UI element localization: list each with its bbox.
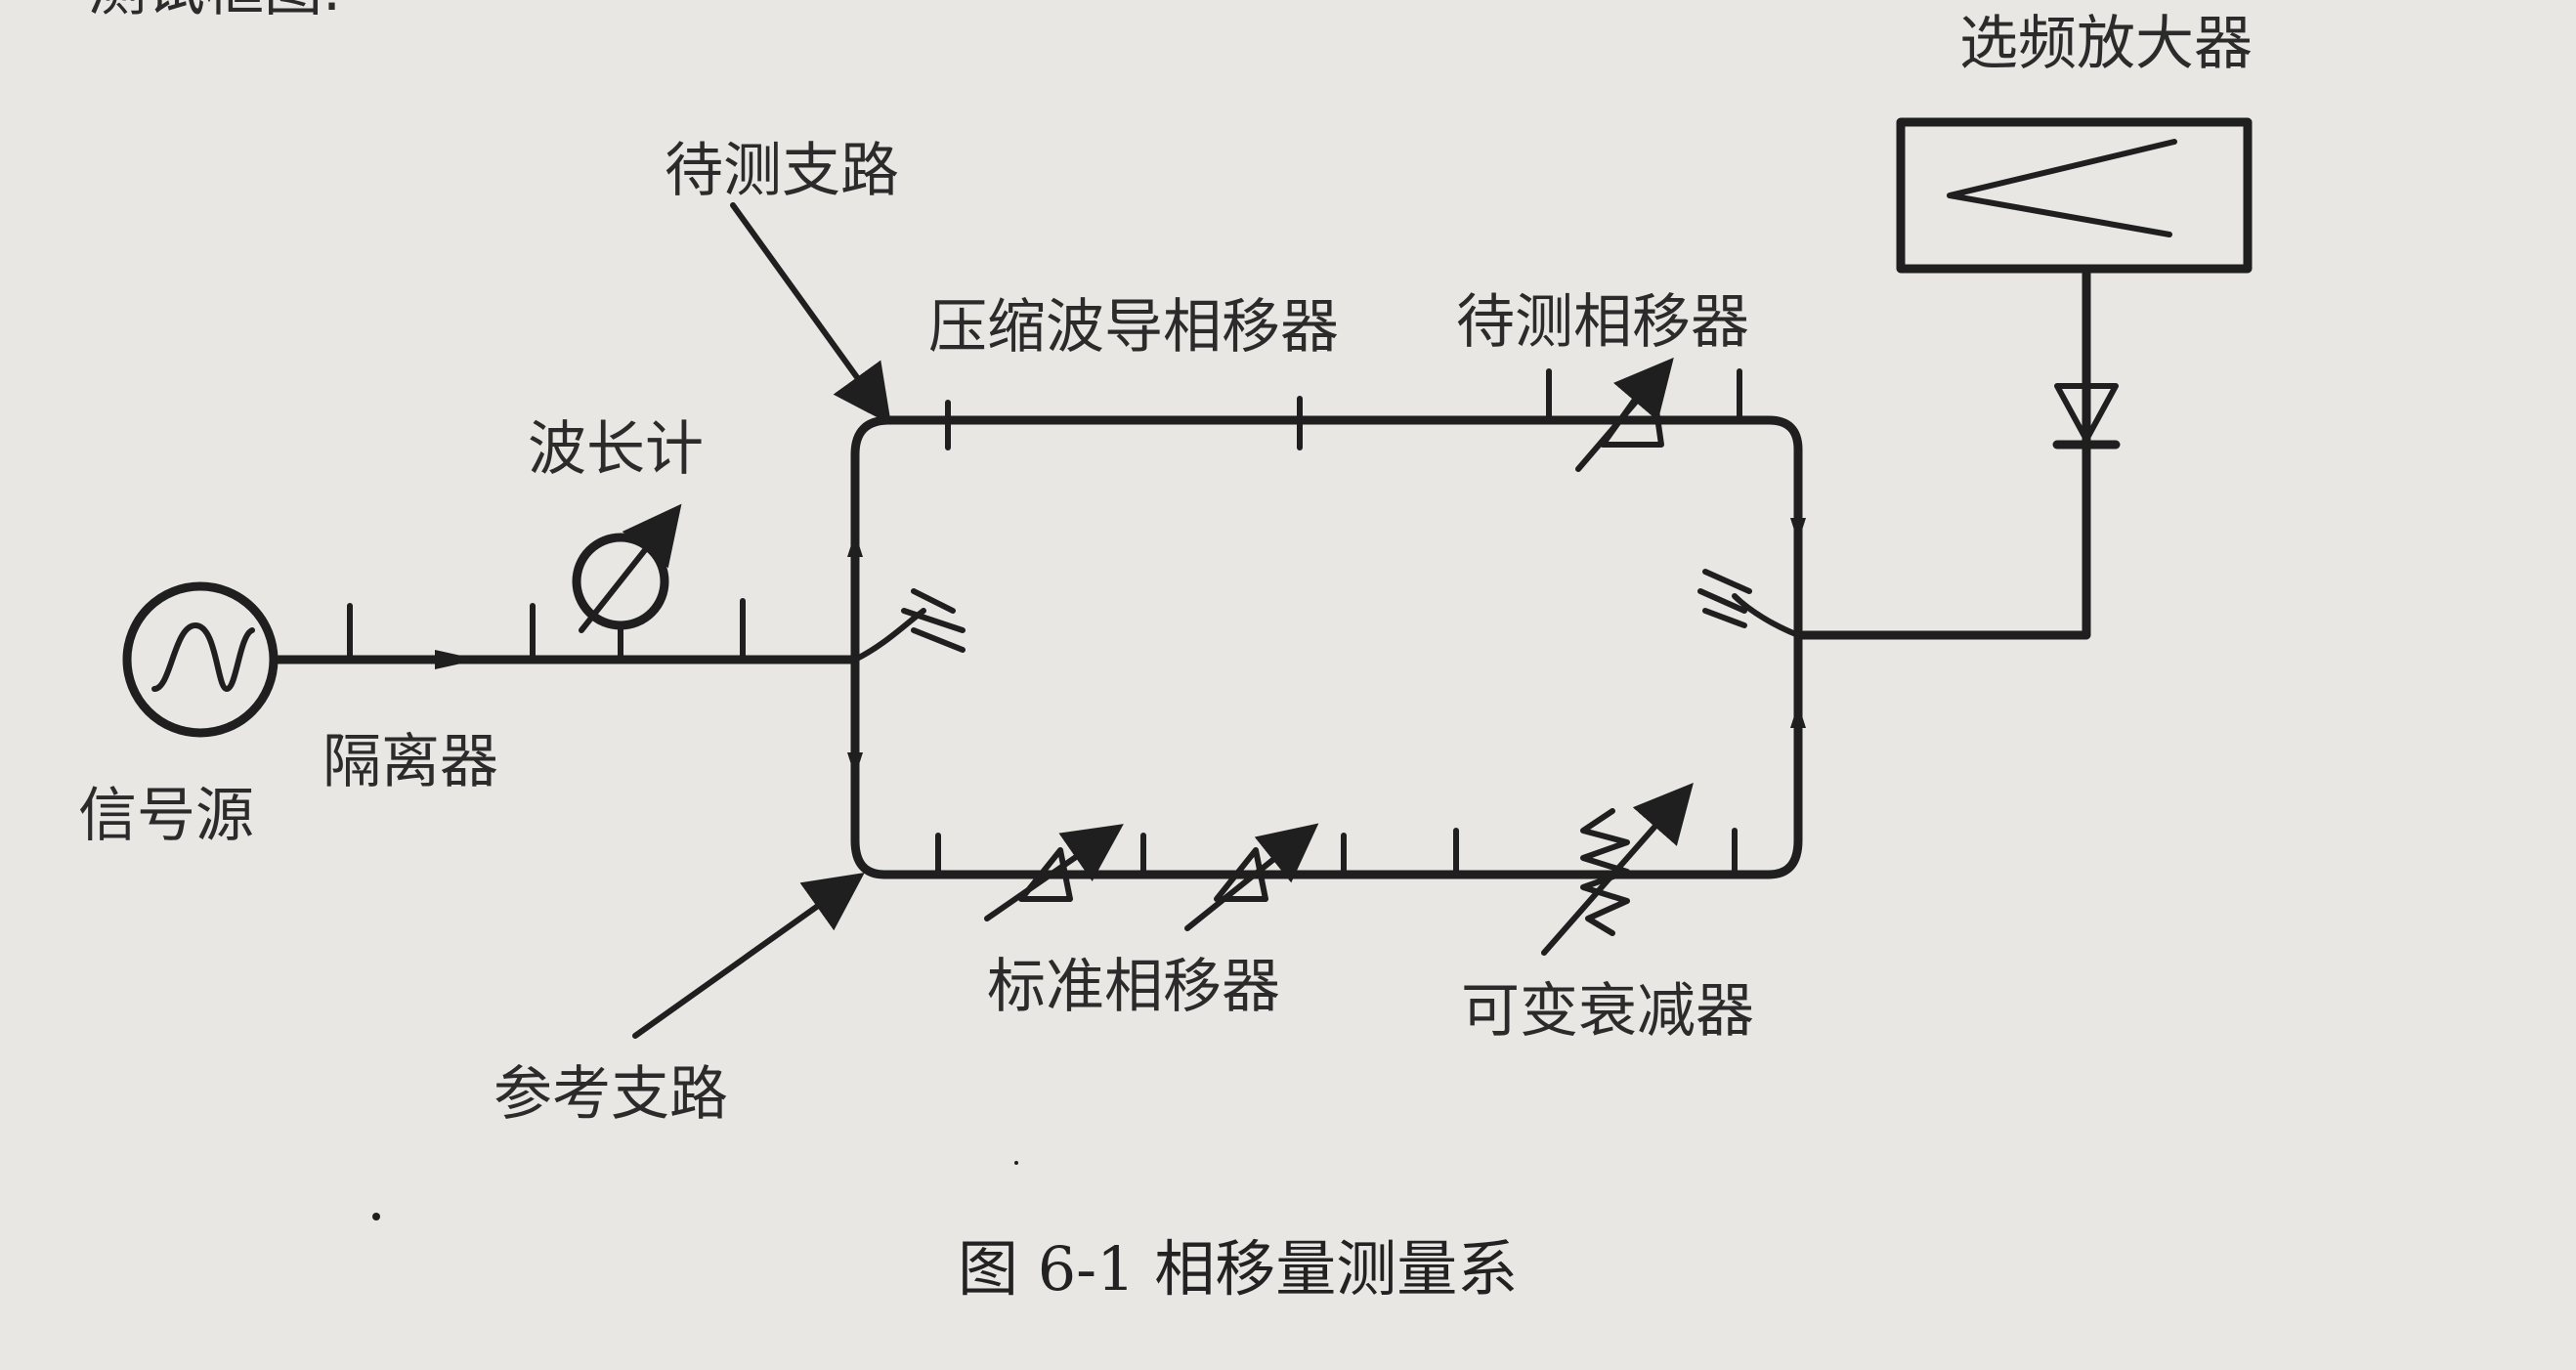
wavemeter-label: 波长计 bbox=[528, 415, 704, 484]
standard-phase-shifter-2-arrow-icon bbox=[1184, 823, 1319, 931]
output-line bbox=[1793, 269, 2091, 640]
selective-amplifier-label: 选频放大器 bbox=[1959, 10, 2253, 78]
phase-shift-measurement-diagram: 测试框图. 信号源 隔离器 波长计 待测支路 压缩波导相移器 待测相移器 bbox=[78, 0, 2253, 1305]
figure-caption: 图 6-1 相移量测量系 bbox=[958, 1233, 1518, 1305]
right-coupler-icon bbox=[1697, 569, 1801, 638]
standard-phase-shifter-label: 标准相移器 bbox=[987, 953, 1280, 1021]
test-branch-label: 待测支路 bbox=[665, 137, 899, 205]
left-coupler-icon bbox=[852, 588, 966, 663]
signal-source bbox=[122, 581, 279, 738]
isolator-arrow-icon bbox=[435, 650, 479, 669]
print-speck-1 bbox=[372, 1213, 380, 1220]
sine-wave-icon bbox=[151, 622, 255, 692]
reference-branch-pointer bbox=[632, 873, 865, 1039]
selective-amplifier bbox=[1896, 117, 2253, 274]
bridge-loop bbox=[850, 415, 1803, 879]
compressed-phase-shifter-label: 压缩波导相移器 bbox=[928, 293, 1339, 362]
flow-arrow-right-down bbox=[1790, 518, 1806, 542]
isolator-label: 隔离器 bbox=[322, 728, 498, 796]
flow-arrow-left-up bbox=[847, 533, 863, 557]
signal-source-circle bbox=[122, 581, 279, 738]
top-cutoff-text: 测试框图. bbox=[88, 0, 341, 24]
flow-arrow-right-up bbox=[1790, 704, 1806, 728]
signal-source-label: 信号源 bbox=[78, 782, 254, 850]
test-branch-pointer bbox=[730, 202, 892, 425]
reference-branch-label: 参考支路 bbox=[494, 1060, 728, 1129]
standard-phase-shifter-2 bbox=[1184, 823, 1319, 931]
amplifier-symbol-icon bbox=[1947, 139, 2177, 237]
print-speck-2 bbox=[1014, 1161, 1018, 1165]
flow-arrow-left-down bbox=[847, 752, 863, 777]
test-phase-shifter-label: 待测相移器 bbox=[1456, 288, 1749, 357]
variable-attenuator-label: 可变衰减器 bbox=[1461, 977, 1754, 1046]
wavemeter bbox=[572, 503, 682, 663]
